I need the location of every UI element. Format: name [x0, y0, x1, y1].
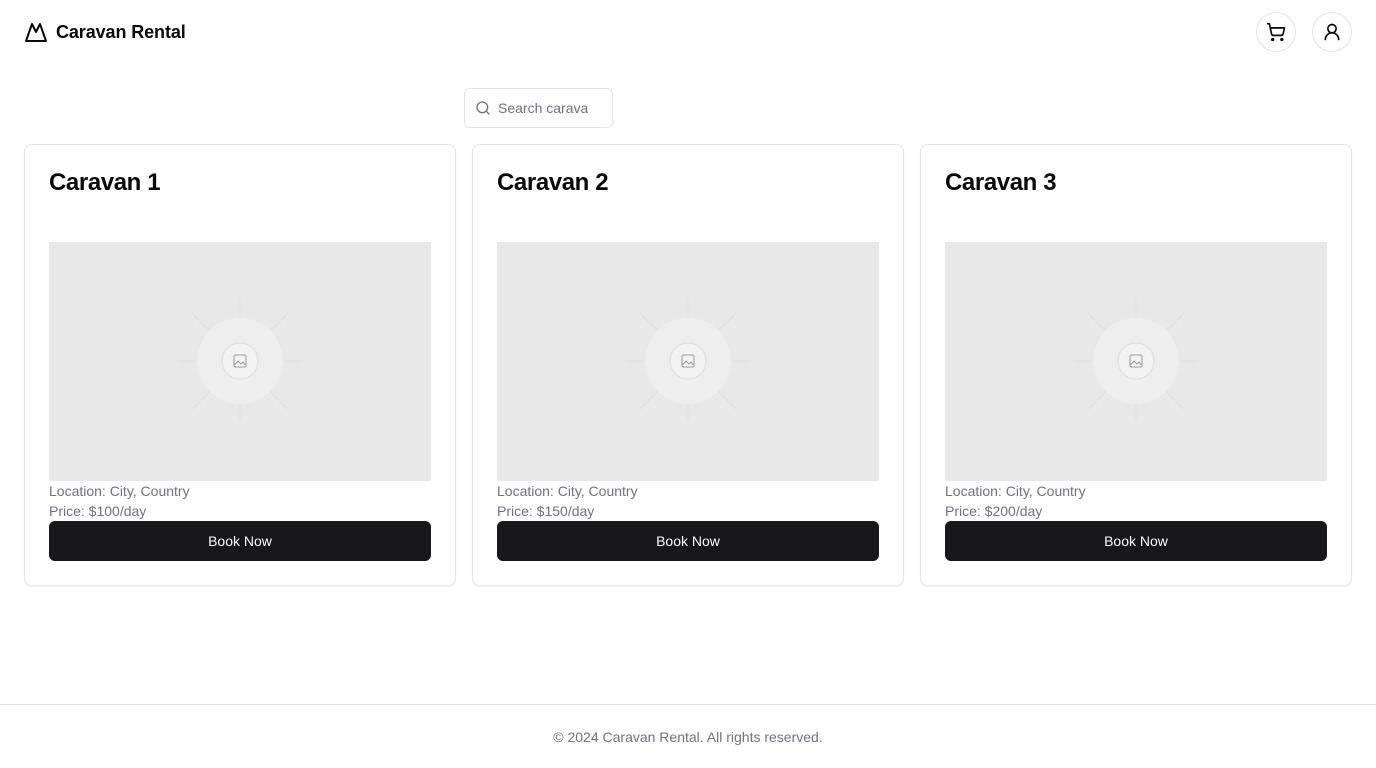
image-placeholder-icon	[628, 301, 748, 422]
header-actions	[1256, 12, 1352, 52]
book-now-button[interactable]: Book Now	[497, 521, 879, 561]
caravan-card: Caravan 3 Location: City, Country Price:…	[920, 144, 1352, 586]
shopping-cart-icon	[1266, 22, 1286, 42]
book-now-button[interactable]: Book Now	[49, 521, 431, 561]
brand[interactable]: Caravan Rental	[24, 20, 186, 44]
caravan-card: Caravan 1 Location: City, Country Price:…	[24, 144, 456, 586]
mountain-icon	[25, 23, 47, 42]
search-box[interactable]	[464, 88, 613, 128]
caravan-title: Caravan 1	[49, 169, 161, 196]
book-now-button[interactable]: Book Now	[945, 521, 1327, 561]
user-button[interactable]	[1312, 12, 1352, 52]
caravan-image	[49, 241, 431, 482]
search-icon	[476, 101, 490, 115]
image-placeholder-icon	[180, 301, 300, 422]
caravan-list: Caravan 1 Location: City, Country Price:…	[24, 144, 1352, 586]
image-placeholder-icon	[1076, 301, 1196, 422]
caravan-card: Caravan 2 Location: City, Country Price:…	[472, 144, 904, 586]
brand-name: Caravan Rental	[56, 21, 186, 42]
cart-button[interactable]	[1256, 12, 1296, 52]
footer-copyright: © 2024 Caravan Rental. All rights reserv…	[553, 728, 823, 745]
caravan-price: Price: $150/day	[497, 503, 595, 520]
search-input[interactable]	[498, 100, 588, 116]
caravan-image	[945, 241, 1327, 482]
user-icon	[1324, 23, 1340, 41]
caravan-price: Price: $200/day	[945, 503, 1043, 520]
caravan-image	[497, 241, 879, 482]
site-header: Caravan Rental	[0, 0, 1376, 64]
caravan-price: Price: $100/day	[49, 503, 147, 520]
caravan-location: Location: City, Country	[497, 483, 638, 500]
caravan-title: Caravan 3	[945, 169, 1057, 196]
caravan-location: Location: City, Country	[49, 483, 190, 500]
caravan-title: Caravan 2	[497, 169, 609, 196]
caravan-location: Location: City, Country	[945, 483, 1086, 500]
site-footer: © 2024 Caravan Rental. All rights reserv…	[0, 704, 1376, 768]
